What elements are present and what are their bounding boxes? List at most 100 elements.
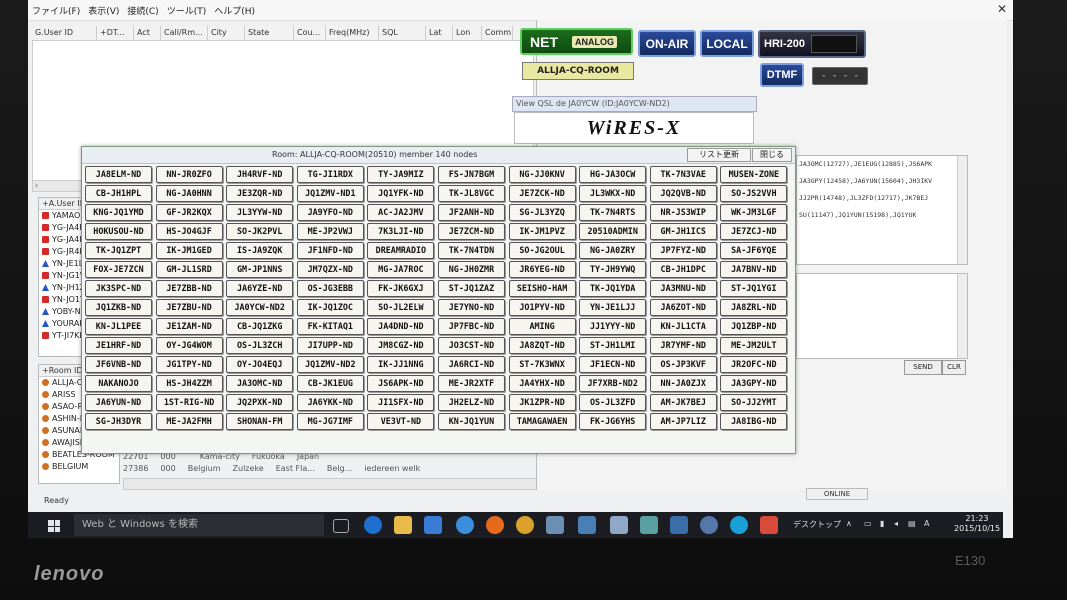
member-node-button[interactable]: NN-JR0ZFO <box>155 166 223 184</box>
member-node-button[interactable]: JE7ZCJ-ND <box>720 222 788 241</box>
room-table-scrollbar[interactable] <box>123 478 565 490</box>
col-user-id[interactable]: G.User ID <box>32 26 97 40</box>
member-node-button[interactable]: JA8ZRL-ND <box>720 298 788 316</box>
member-node-button[interactable]: JL3YYW-ND <box>226 203 294 222</box>
member-node-button[interactable]: JA6ZOT-ND <box>649 298 717 316</box>
member-node-button[interactable]: IS-JA9ZQK <box>226 241 294 260</box>
task-view-icon[interactable] <box>333 519 349 533</box>
member-node-button[interactable]: 7K3LJI-ND <box>367 222 435 241</box>
close-icon[interactable]: ✕ <box>997 2 1007 16</box>
col-freq[interactable]: Freq(MHz) <box>326 26 379 40</box>
col-sql[interactable]: SQL <box>379 26 426 40</box>
member-node-button[interactable]: JM7QZX-ND <box>296 260 364 279</box>
member-node-button[interactable]: SO-JL2ELW <box>367 298 435 316</box>
member-node-button[interactable]: JK1ZPR-ND <box>508 393 576 411</box>
member-node-button[interactable]: JH2ELZ-ND <box>437 393 505 411</box>
member-node-button[interactable]: JE7ZBB-ND <box>155 279 223 297</box>
member-node-button[interactable]: JA6YUN-ND <box>85 393 152 411</box>
member-node-button[interactable]: OS-JP3KVF <box>649 355 717 373</box>
edge-icon[interactable] <box>364 516 382 534</box>
member-node-button[interactable]: CB-JH1DPC <box>649 260 717 279</box>
member-node-button[interactable]: NG-JJ0KNV <box>508 166 576 184</box>
member-node-button[interactable]: JE1HRF-ND <box>85 336 152 354</box>
ime-icon[interactable]: A <box>924 519 929 528</box>
member-node-button[interactable]: JK3SPC-ND <box>85 279 152 297</box>
member-node-button[interactable]: MG-JA7ROC <box>367 260 435 279</box>
member-node-button[interactable]: JE7ZCK-ND <box>508 184 576 203</box>
store-icon[interactable] <box>424 516 442 534</box>
col-lat[interactable]: Lat <box>426 26 453 40</box>
member-node-button[interactable]: ST-JH1LMI <box>579 336 647 354</box>
member-node-button[interactable]: JA6YZE-ND <box>226 279 294 297</box>
member-node-button[interactable]: JR2OFC-ND <box>720 355 788 373</box>
taskbar-search-box[interactable]: Web と Windows を検索 <box>74 514 324 536</box>
member-node-button[interactable]: JQ1ZBP-ND <box>720 317 788 335</box>
member-node-button[interactable]: OY-JO4EQJ <box>226 355 294 373</box>
member-node-button[interactable]: JO1PYV-ND <box>508 298 576 316</box>
member-node-button[interactable]: SO-JS2VVH <box>720 184 788 203</box>
member-node-button[interactable]: NG-JH0ZMR <box>437 260 505 279</box>
member-node-button[interactable]: FK-KITAQ1 <box>296 317 364 335</box>
member-node-button[interactable]: TK-7N4TDN <box>437 241 505 260</box>
member-node-button[interactable]: JR7YMF-ND <box>649 336 717 354</box>
ie-icon[interactable] <box>456 516 474 534</box>
member-node-button[interactable]: NG-JA0HNN <box>155 184 223 203</box>
log-scrollbar[interactable] <box>957 156 967 264</box>
member-node-button[interactable]: GF-JR2KQX <box>155 203 223 222</box>
local-button[interactable]: LOCAL <box>700 30 754 57</box>
member-node-button[interactable]: ME-JA2FMH <box>155 412 223 430</box>
message-input[interactable] <box>796 273 968 359</box>
member-node-button[interactable]: IK-JJ1NNG <box>367 355 435 373</box>
net-button[interactable]: NET ANALOG <box>520 28 633 55</box>
member-node-button[interactable]: TK-JQ1YDA <box>579 279 647 297</box>
member-node-button[interactable]: JA9YFO-ND <box>296 203 364 222</box>
activity-log[interactable]: JA3OMC(12727),JE1EUG(12885),JS6APK JA3GP… <box>796 155 968 265</box>
member-node-button[interactable]: OS-JG3EBB <box>296 279 364 297</box>
wiresx-taskbar-icon[interactable] <box>760 516 778 534</box>
member-node-button[interactable]: JE1ZAM-ND <box>155 317 223 335</box>
member-node-button[interactable]: JQ1ZMV-ND1 <box>296 184 364 203</box>
member-node-button[interactable]: OS-JL3ZCH <box>226 336 294 354</box>
member-node-button[interactable]: JA3MNU-ND <box>649 279 717 297</box>
member-node-button[interactable]: JA8ELM-ND <box>85 166 152 184</box>
member-node-button[interactable]: GM-JL1SRD <box>155 260 223 279</box>
on-air-button[interactable]: ON-AIR <box>638 30 696 57</box>
col-lon[interactable]: Lon <box>453 26 482 40</box>
member-node-button[interactable]: SEISHO-HAM <box>508 279 576 297</box>
member-node-button[interactable]: MG-JG7IMF <box>296 412 364 430</box>
skype-icon[interactable] <box>730 516 748 534</box>
member-node-button[interactable]: NN-JA0ZJX <box>649 374 717 392</box>
member-node-button[interactable]: FS-JN7BGM <box>437 166 505 184</box>
taskbar-clock[interactable]: 21:23 2015/10/15 <box>954 514 1000 534</box>
member-node-button[interactable]: JE7ZCM-ND <box>437 222 505 241</box>
member-node-button[interactable]: JF6VNB-ND <box>85 355 152 373</box>
member-node-button[interactable]: IK-JM1PVZ <box>508 222 576 241</box>
member-node-button[interactable]: ST-7K3WNX <box>508 355 576 373</box>
member-node-button[interactable]: JF1NFD-ND <box>296 241 364 260</box>
firefox-icon[interactable] <box>486 516 504 534</box>
menu-connect[interactable]: 接続(C) <box>123 0 162 17</box>
member-node-button[interactable]: JA3OMC-ND <box>226 374 294 392</box>
app-icon[interactable] <box>578 516 596 534</box>
member-node-button[interactable]: FK-JG6YHS <box>579 412 647 430</box>
member-node-button[interactable]: JE7ZBU-ND <box>155 298 223 316</box>
member-node-button[interactable]: JA6YKK-ND <box>296 393 364 411</box>
member-node-button[interactable]: KNG-JQ1YMD <box>85 203 152 222</box>
member-node-button[interactable]: TK-JL8VGC <box>437 184 505 203</box>
col-dtmf[interactable]: +DT... <box>97 26 134 40</box>
member-node-button[interactable]: VE3VT-ND <box>367 412 435 430</box>
member-node-button[interactable]: MUSEN-ZONE <box>720 166 788 184</box>
member-node-button[interactable]: JJ1YYY-ND <box>579 317 647 335</box>
member-node-button[interactable]: JQ1YFK-ND <box>367 184 435 203</box>
member-node-button[interactable]: GM-JP1NNS <box>226 260 294 279</box>
member-node-button[interactable]: ST-JQ1ZAZ <box>437 279 505 297</box>
member-node-button[interactable]: GM-JH1ICS <box>649 222 717 241</box>
menu-file[interactable]: ファイル(F) <box>28 0 84 17</box>
member-node-button[interactable]: JQ2QVB-ND <box>649 184 717 203</box>
member-node-button[interactable]: JA7BNV-ND <box>720 260 788 279</box>
member-node-button[interactable]: JO3CST-ND <box>437 336 505 354</box>
member-node-button[interactable]: NR-JS3WIP <box>649 203 717 222</box>
menu-tools[interactable]: ツール(T) <box>163 0 211 17</box>
send-button[interactable]: SEND <box>904 360 942 375</box>
refresh-list-button[interactable]: リスト更新 <box>687 148 751 162</box>
